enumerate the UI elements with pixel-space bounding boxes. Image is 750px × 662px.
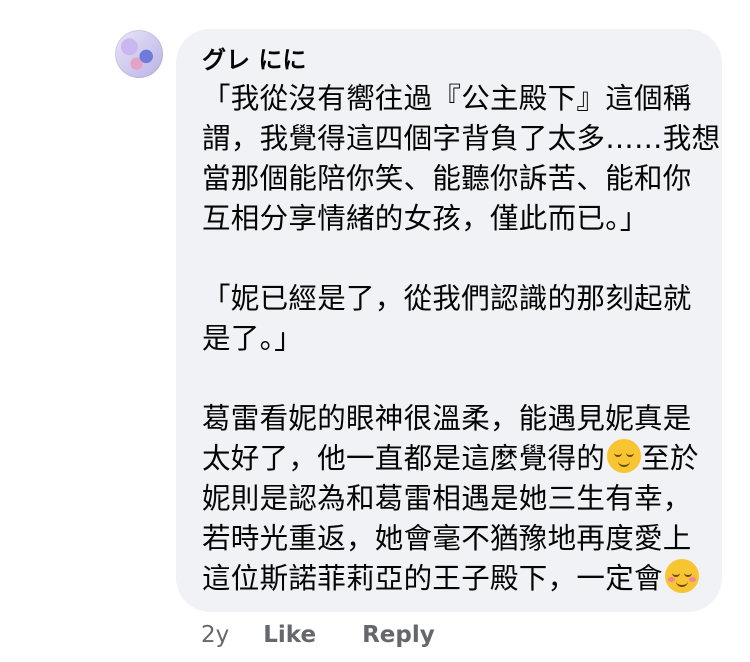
comment-line: 若時光重返，她會毫不猶豫地再度愛上 (202, 522, 692, 555)
like-button[interactable]: Like (263, 622, 316, 648)
comment-line: 太好了，他一直都是這麼覺得的 至於 (202, 439, 702, 479)
relieved-face-icon (607, 439, 642, 473)
comment-line: 謂，我覺得這四個字背負了太多……我想 (202, 122, 721, 155)
comment-line: 葛雷看妮的眼神很溫柔，能遇見妮真是 (202, 399, 702, 439)
comment-line-text: 至於 (641, 442, 699, 475)
comment-line: 互相分享情緒的女孩，僅此而已。」 (202, 202, 649, 235)
smiling-face-icon (664, 559, 699, 593)
comment-line: 「我從沒有嚮往過『公主殿下』這個稱 (202, 82, 692, 115)
avatar[interactable] (115, 30, 163, 78)
comment-line: 妮則是認為和葛雷相遇是她三生有幸， (202, 482, 692, 515)
reply-button[interactable]: Reply (362, 622, 435, 648)
comment-line: 「妮已經是了，從我們認識的那刻起就 (202, 282, 692, 315)
comment-line-text: 這位斯諾菲莉亞的王子殿下，一定會 (202, 562, 663, 595)
comment-paragraph-2: 「妮已經是了，從我們認識的那刻起就 是了。」 (202, 279, 702, 359)
comment-line-text: 葛雷看妮的眼神很溫柔，能遇見妮真是 (202, 402, 692, 435)
comment-line-text: 太好了，他一直都是這麼覺得的 (202, 442, 606, 475)
comment-paragraph-1: 「我從沒有嚮往過『公主殿下』這個稱 謂，我覺得這四個字背負了太多……我想 當那個… (202, 79, 721, 239)
comment-timestamp[interactable]: 2y (201, 622, 229, 648)
comment-line: 這位斯諾菲莉亞的王子殿下，一定會 (202, 559, 702, 599)
comment-author[interactable]: グレ にに (202, 43, 702, 77)
comment-line: 當那個能陪你笑、能聽你訴苦、能和你 (202, 162, 692, 195)
comment-actions: 2y Like Reply (201, 622, 481, 648)
comment-paragraph-3: 葛雷看妮的眼神很溫柔，能遇見妮真是 太好了，他一直都是這麼覺得的 至於 妮則是認為… (202, 399, 702, 599)
comment-line: 是了。」 (202, 322, 303, 355)
comment-bubble: グレ にに 「我從沒有嚮往過『公主殿下』這個稱 謂，我覺得這四個字背負了太多……… (176, 29, 722, 612)
